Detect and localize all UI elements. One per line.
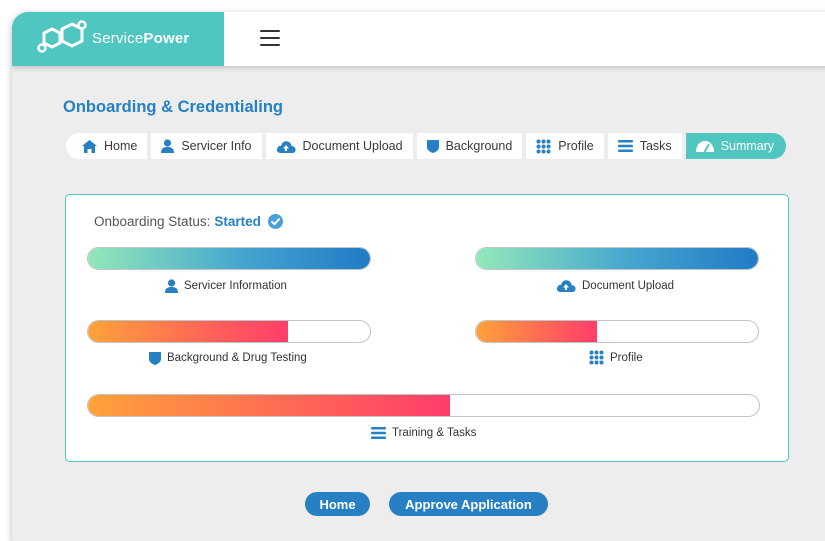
label-text: Background & Drug Testing [167,352,307,364]
cloud-upload-icon [276,140,296,153]
list-icon [371,427,386,439]
progress-fill [88,321,289,342]
tab-bar: Home Servicer Info Document Upload Backg… [66,133,787,159]
progress-label-training-tasks: Training & Tasks [371,427,476,439]
tab-home-label: Home [104,139,138,153]
cloud-upload-icon [556,280,576,292]
top-bar: ServicePower [12,12,825,66]
tab-servicer-info[interactable]: Servicer Info [151,133,262,159]
label-text: Training & Tasks [392,427,477,439]
logo[interactable]: ServicePower [12,12,224,66]
home-icon [82,139,97,153]
status-label: Onboarding Status: [94,214,211,229]
tab-background[interactable]: Background [416,133,523,159]
progress-bar-profile [475,320,759,343]
progress-fill [476,248,758,269]
check-circle-icon [267,214,283,229]
app-window: ServicePower Onboarding & Credentialing … [12,12,825,541]
progress-bar-servicer-information [87,247,371,270]
user-icon [161,139,175,153]
page-title: Onboarding & Credentialing [63,98,284,116]
progress-label-background-drug-testing: Background & Drug Testing [149,351,307,365]
label-text: Profile [610,351,643,364]
progress-bar-background-drug-testing [87,320,371,343]
progress-fill [88,395,451,416]
tab-tasks[interactable]: Tasks [607,133,682,159]
onboarding-status-card: Onboarding Status: Started Servicer Info… [65,194,789,462]
list-icon [617,140,633,152]
tab-profile-label: Profile [558,139,594,153]
grid-icon [589,350,604,365]
progress-label-document-upload: Document Upload [556,279,674,292]
label-text: Document Upload [582,279,675,292]
home-button[interactable]: Home [305,492,370,516]
onboarding-status: Onboarding Status: Started [94,214,283,229]
status-value: Started [214,214,261,229]
shield-icon [149,352,161,365]
tab-background-label: Background [445,139,513,153]
progress-bar-training-tasks [87,394,760,417]
user-icon [165,279,178,293]
brand-name: ServicePower [92,30,190,47]
tab-home[interactable]: Home [66,133,148,159]
grid-icon [536,139,551,153]
tab-document-upload[interactable]: Document Upload [265,133,413,159]
shield-icon [426,140,439,153]
tab-document-upload-label: Document Upload [302,139,403,153]
tab-tasks-label: Tasks [639,139,672,153]
tab-summary-label: Summary [720,139,775,153]
progress-bar-document-upload [475,247,759,270]
tab-summary[interactable]: Summary [685,133,787,159]
progress-fill [476,321,598,342]
progress-fill [88,248,370,269]
menu-icon[interactable] [260,30,280,46]
hexagon-logo-icon [37,20,87,53]
approve-application-button[interactable]: Approve Application [389,492,548,516]
progress-label-servicer-information: Servicer Information [165,279,287,293]
tab-profile[interactable]: Profile [526,133,604,159]
progress-label-profile: Profile [589,350,643,365]
tab-servicer-info-label: Servicer Info [181,139,252,153]
dashboard-icon [695,140,714,152]
label-text: Servicer Information [184,280,287,292]
